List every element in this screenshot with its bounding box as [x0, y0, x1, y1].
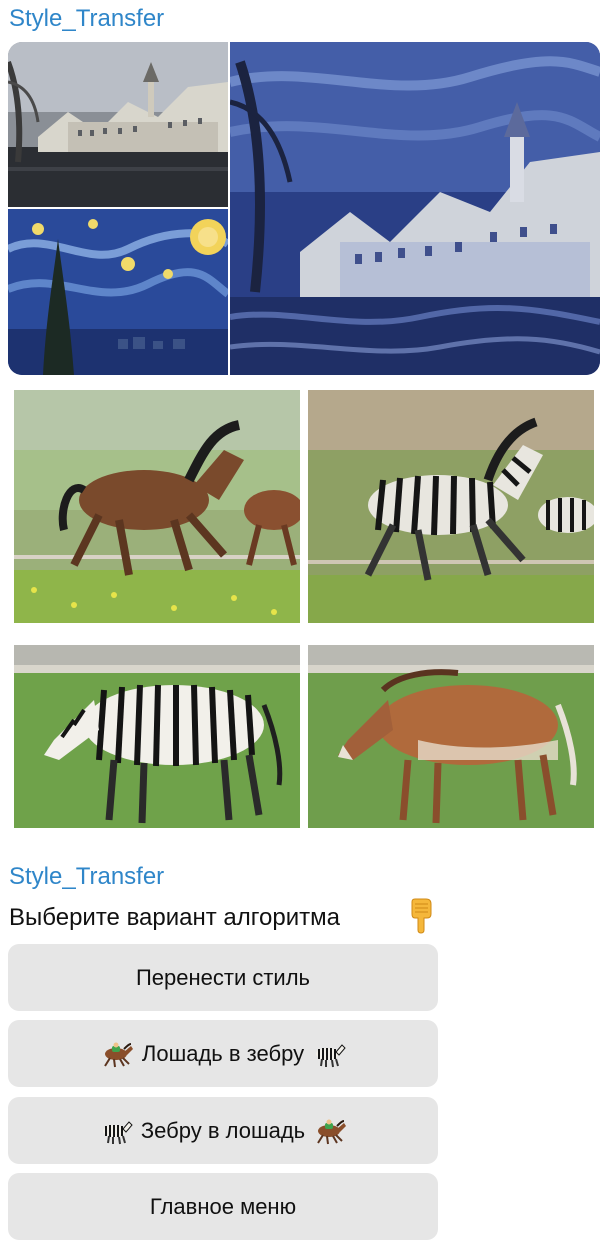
- result-photo-stylized-town[interactable]: [230, 42, 600, 375]
- horse-photo[interactable]: [14, 390, 300, 623]
- media-album: [8, 42, 600, 375]
- transfer-style-label: Перенести стиль: [135, 964, 311, 990]
- main-menu-button[interactable]: Главное меню: [8, 1173, 438, 1240]
- zebra-result-photo[interactable]: [308, 390, 594, 623]
- main-menu-label: Главное меню: [149, 1193, 297, 1219]
- zebra-to-horse-button[interactable]: Зебру в лошадь: [8, 1097, 438, 1164]
- zebra-to-horse-label: Зебру в лошадь: [140, 1117, 306, 1143]
- horse-racing-icon: [100, 1040, 134, 1068]
- style-photo-starry-night[interactable]: [8, 209, 228, 375]
- backhand-index-pointing-down-icon: [406, 898, 436, 934]
- bot-sender-name[interactable]: Style_Transfer: [9, 863, 164, 891]
- horse-to-zebra-label: Лошадь в зебру: [141, 1040, 305, 1066]
- content-photo-tubingen[interactable]: [8, 42, 228, 207]
- bot-prompt-text: Выберите вариант алгоритма: [9, 904, 340, 931]
- zebra-icon: [99, 1117, 133, 1145]
- zebra-photo[interactable]: [14, 645, 300, 828]
- transfer-style-button[interactable]: Перенести стиль: [8, 944, 438, 1011]
- zebra-icon: [312, 1040, 346, 1068]
- horse-result-photo[interactable]: [308, 645, 594, 828]
- horse-to-zebra-button[interactable]: Лошадь в зебру: [8, 1020, 438, 1087]
- sender-name[interactable]: Style_Transfer: [9, 5, 164, 33]
- horse-racing-icon: [313, 1117, 347, 1145]
